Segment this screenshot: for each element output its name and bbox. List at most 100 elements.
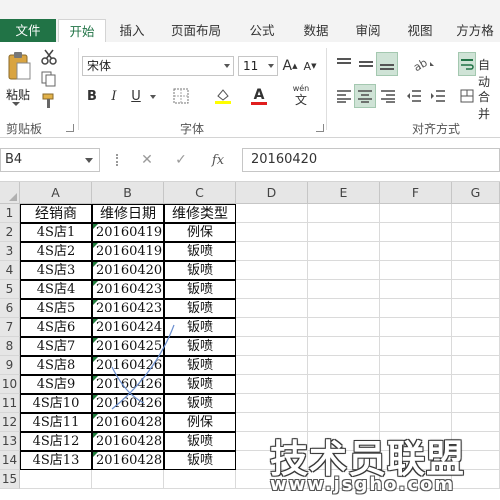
- grid-cell[interactable]: 4S店5: [20, 299, 92, 318]
- grid-cell[interactable]: [236, 299, 308, 318]
- grid-cell[interactable]: [380, 337, 452, 356]
- row-header[interactable]: 1: [0, 204, 20, 223]
- table-header-cell[interactable]: 经销商: [20, 204, 92, 223]
- grid-cell[interactable]: 4S店13: [20, 451, 92, 470]
- grid-cell[interactable]: [452, 299, 500, 318]
- grid-cell[interactable]: [380, 394, 452, 413]
- tab-file[interactable]: 文件: [0, 19, 56, 42]
- grid-cell[interactable]: [452, 242, 500, 261]
- underline-button[interactable]: U: [128, 86, 144, 106]
- grid-cell[interactable]: 钣喷: [164, 299, 236, 318]
- grid-cell[interactable]: 20160428: [92, 432, 164, 451]
- font-color-button[interactable]: A: [248, 86, 270, 106]
- row-header[interactable]: 10: [0, 375, 20, 394]
- table-header-cell[interactable]: 维修类型: [164, 204, 236, 223]
- row-header[interactable]: 12: [0, 413, 20, 432]
- grid-cell[interactable]: [380, 318, 452, 337]
- grid-cell[interactable]: [452, 356, 500, 375]
- grid-cell[interactable]: [308, 280, 380, 299]
- grid-cell[interactable]: [452, 394, 500, 413]
- column-header[interactable]: C: [164, 182, 236, 204]
- grid-cell[interactable]: 20160428: [92, 451, 164, 470]
- tab-page-layout[interactable]: 页面布局: [162, 19, 230, 42]
- paste-label[interactable]: 粘贴: [6, 86, 30, 103]
- row-header[interactable]: 3: [0, 242, 20, 261]
- row-header[interactable]: 15: [0, 470, 20, 489]
- align-right-icon[interactable]: [378, 86, 398, 106]
- grid-cell[interactable]: 4S店4: [20, 280, 92, 299]
- grid-cell[interactable]: 钣喷: [164, 261, 236, 280]
- grid-cell[interactable]: [236, 337, 308, 356]
- grid-cell[interactable]: [236, 242, 308, 261]
- increase-indent-icon[interactable]: [428, 86, 448, 106]
- grid-cell[interactable]: [380, 242, 452, 261]
- grid-cell[interactable]: [308, 375, 380, 394]
- align-middle-icon[interactable]: [356, 54, 376, 74]
- grid-cell[interactable]: [308, 242, 380, 261]
- grid-cell[interactable]: [236, 261, 308, 280]
- tab-review[interactable]: 审阅: [346, 19, 390, 42]
- align-bottom-icon[interactable]: [376, 52, 398, 76]
- tab-insert[interactable]: 插入: [110, 19, 154, 42]
- grid-cell[interactable]: 4S店11: [20, 413, 92, 432]
- grid-cell[interactable]: [308, 223, 380, 242]
- grid-cell[interactable]: [308, 261, 380, 280]
- grid-cell[interactable]: [308, 299, 380, 318]
- orientation-icon[interactable]: ab: [410, 54, 438, 74]
- grid-cell[interactable]: 20160420: [92, 261, 164, 280]
- borders-icon[interactable]: [170, 86, 192, 106]
- grid-cell[interactable]: 4S店6: [20, 318, 92, 337]
- grid-cell[interactable]: 20160423: [92, 280, 164, 299]
- column-header[interactable]: G: [452, 182, 500, 204]
- grid-cell[interactable]: [452, 337, 500, 356]
- font-name-combo[interactable]: 宋体: [82, 56, 234, 76]
- grid-cell[interactable]: 20160419: [92, 242, 164, 261]
- grid-cell[interactable]: [20, 470, 92, 489]
- grid-cell[interactable]: 钣喷: [164, 451, 236, 470]
- column-header[interactable]: E: [308, 182, 380, 204]
- grid-cell[interactable]: [308, 318, 380, 337]
- grid-cell[interactable]: [452, 280, 500, 299]
- copy-icon[interactable]: [40, 70, 58, 88]
- grid-cell[interactable]: 4S店12: [20, 432, 92, 451]
- grow-font-button[interactable]: A ▲: [282, 56, 298, 76]
- grid-cell[interactable]: 20160423: [92, 299, 164, 318]
- font-size-combo[interactable]: 11: [238, 56, 278, 76]
- italic-button[interactable]: I: [106, 86, 122, 106]
- grid-cell[interactable]: [452, 318, 500, 337]
- grid-cell[interactable]: [380, 375, 452, 394]
- table-header-cell[interactable]: 维修日期: [92, 204, 164, 223]
- grid-cell[interactable]: 4S店9: [20, 375, 92, 394]
- phonetic-guide-button[interactable]: wén 文: [290, 82, 312, 108]
- font-launcher-icon[interactable]: [316, 124, 324, 132]
- clipboard-launcher-icon[interactable]: [66, 124, 74, 132]
- tab-data[interactable]: 数据: [294, 19, 338, 42]
- grid-cell[interactable]: [308, 337, 380, 356]
- grid-cell[interactable]: [236, 223, 308, 242]
- grid-cell[interactable]: [236, 394, 308, 413]
- grid-cell[interactable]: [236, 318, 308, 337]
- grid-cell[interactable]: [236, 375, 308, 394]
- grid-cell[interactable]: 钣喷: [164, 242, 236, 261]
- enter-icon[interactable]: ✓: [170, 150, 192, 170]
- align-top-icon[interactable]: [334, 54, 354, 74]
- grid-cell[interactable]: [236, 356, 308, 375]
- select-all-button[interactable]: [0, 182, 20, 204]
- wrap-text-icon[interactable]: [458, 52, 476, 76]
- row-header[interactable]: 9: [0, 356, 20, 375]
- grid-cell[interactable]: 4S店2: [20, 242, 92, 261]
- row-header[interactable]: 2: [0, 223, 20, 242]
- grid-cell[interactable]: [452, 261, 500, 280]
- formula-input[interactable]: 20160420: [242, 148, 500, 172]
- grid-cell[interactable]: [380, 261, 452, 280]
- grid-cell[interactable]: [308, 356, 380, 375]
- underline-dropdown-icon[interactable]: [148, 90, 158, 104]
- tab-home[interactable]: 开始: [58, 19, 106, 43]
- tab-view[interactable]: 视图: [398, 19, 442, 42]
- grid-cell[interactable]: [380, 299, 452, 318]
- merge-cells-icon[interactable]: [458, 86, 476, 106]
- grid-cell[interactable]: [380, 223, 452, 242]
- grid-cell[interactable]: [92, 470, 164, 489]
- grid-cell[interactable]: 4S店7: [20, 337, 92, 356]
- row-header[interactable]: 8: [0, 337, 20, 356]
